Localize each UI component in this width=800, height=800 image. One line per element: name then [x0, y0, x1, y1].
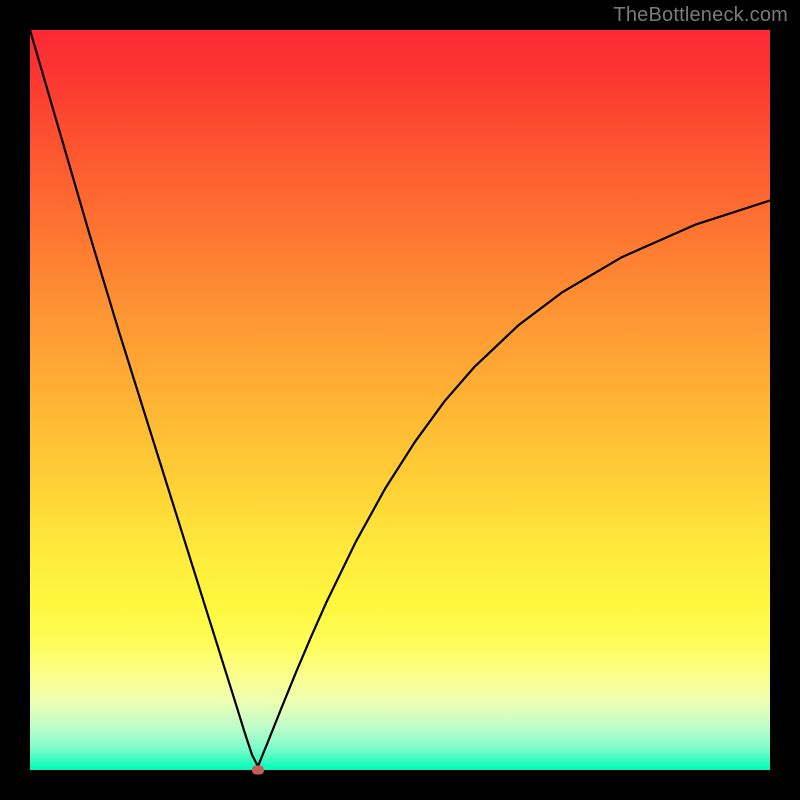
bottleneck-curve: [30, 30, 770, 766]
plot-svg: [30, 30, 770, 770]
site-watermark: TheBottleneck.com: [613, 4, 788, 27]
optimum-marker: [252, 766, 264, 775]
chart-canvas: TheBottleneck.com: [0, 0, 800, 800]
plot-area: [30, 30, 770, 770]
